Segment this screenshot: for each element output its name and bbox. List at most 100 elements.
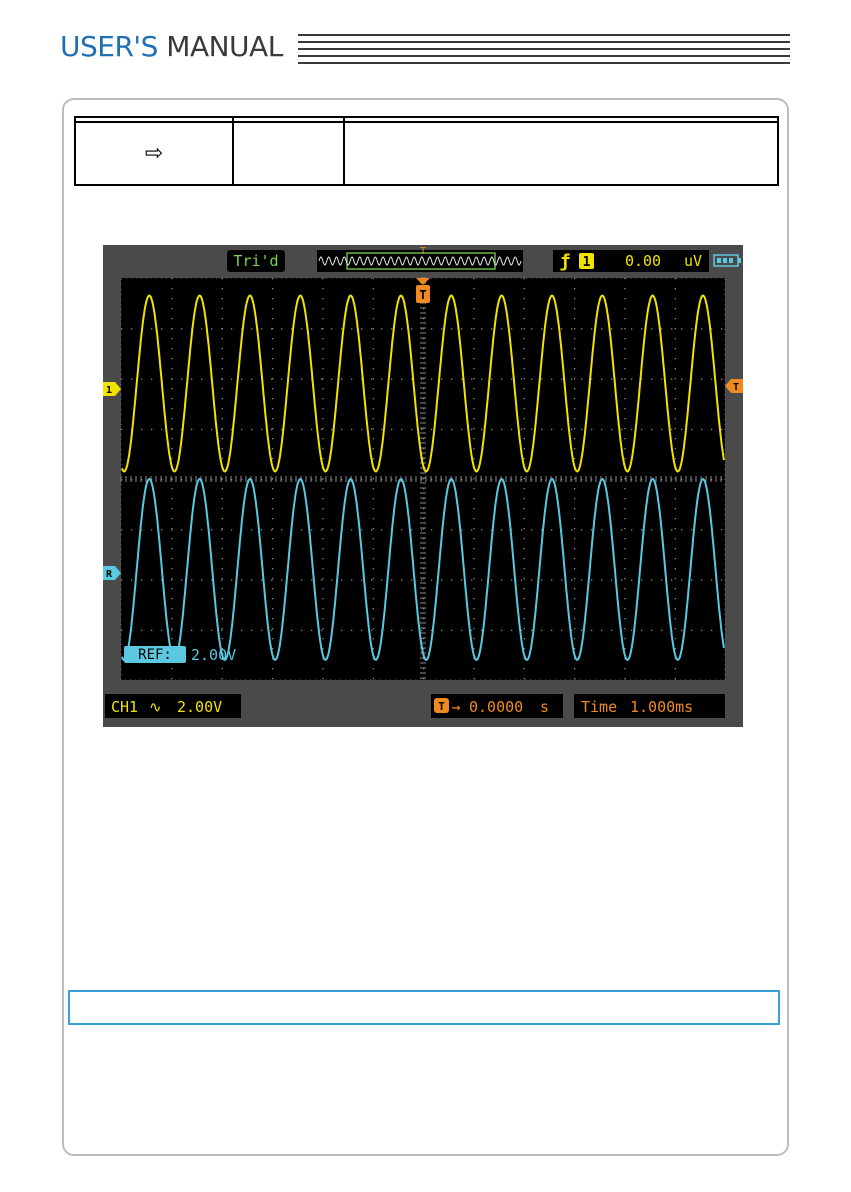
grid-dot — [171, 418, 173, 420]
grid-dot — [624, 498, 626, 500]
grid-dot — [241, 428, 243, 431]
grid-dot — [221, 398, 223, 400]
grid-dot — [272, 548, 274, 550]
grid-dot — [674, 518, 676, 520]
grid-dot — [371, 428, 373, 431]
grid-dot — [491, 428, 493, 431]
grid-dot — [301, 579, 303, 581]
grid-dot — [541, 629, 543, 632]
grid-dot — [473, 398, 475, 400]
grid-dot — [574, 678, 576, 680]
grid-dot — [541, 378, 543, 380]
grid-dot — [674, 578, 676, 580]
grid-dot — [171, 628, 173, 630]
grid-dot — [651, 629, 653, 632]
grid-dot — [624, 408, 626, 410]
grid-dot — [372, 338, 374, 340]
grid-dot — [624, 488, 626, 490]
grid-dot — [523, 428, 525, 430]
grid-dot — [473, 618, 475, 620]
grid-dot — [322, 308, 324, 310]
grid-dot — [574, 618, 576, 620]
grid-dot — [322, 558, 324, 560]
grid-dot — [671, 328, 673, 330]
grid-dot — [574, 668, 576, 670]
grid-dot — [674, 528, 676, 530]
grid-dot — [421, 629, 423, 632]
grid-dot — [322, 618, 324, 620]
grid-dot — [451, 579, 453, 581]
grid-dot — [322, 668, 324, 670]
grid-dot — [574, 568, 576, 570]
grid-dot — [372, 358, 374, 360]
grid-dot — [721, 529, 723, 531]
grid-dot — [372, 308, 374, 310]
grid-dot — [711, 428, 713, 431]
grid-dot — [473, 678, 475, 680]
grid-dot — [523, 628, 525, 630]
grid-dot — [571, 529, 573, 531]
grid-dot — [523, 508, 525, 510]
grid-dot — [181, 328, 183, 330]
right-arrow-icon: ⇨ — [144, 140, 164, 166]
grid-dot — [473, 308, 475, 310]
grid-dot — [473, 288, 475, 290]
grid-dot — [181, 579, 183, 581]
grid-dot — [624, 668, 626, 670]
grid-dot — [523, 588, 525, 590]
grid-dot — [674, 558, 676, 560]
grid-dot — [401, 529, 403, 531]
grid-dot — [431, 328, 433, 330]
grid-dot — [701, 529, 703, 531]
grid-dot — [631, 328, 633, 330]
svg-text:T: T — [438, 700, 445, 713]
grid-dot — [461, 378, 463, 380]
grid-dot — [272, 598, 274, 600]
grid-dot — [523, 598, 525, 600]
grid-dot — [372, 678, 374, 680]
grid-dot — [151, 529, 153, 531]
grid-dot — [601, 529, 603, 531]
grid-dot — [272, 448, 274, 450]
grid-dot — [371, 378, 373, 380]
grid-dot — [674, 548, 676, 550]
grid-dot — [574, 338, 576, 340]
grid-dot — [281, 579, 283, 581]
grid-dot — [624, 598, 626, 600]
grid-dot — [641, 629, 643, 632]
grid-dot — [574, 458, 576, 460]
grid-dot — [322, 368, 324, 370]
grid-dot — [523, 558, 525, 560]
grid-dot — [674, 448, 676, 450]
grid-dot — [322, 348, 324, 350]
grid-dot — [574, 598, 576, 600]
grid-dot — [473, 448, 475, 450]
grid-dot — [141, 378, 143, 380]
grid-dot — [624, 618, 626, 620]
grid-dot — [581, 328, 583, 330]
grid-dot — [281, 428, 283, 431]
grid-dot — [221, 588, 223, 590]
grid-dot — [591, 428, 593, 431]
grid-dot — [391, 428, 393, 431]
grid-dot — [322, 408, 324, 410]
grid-dot — [271, 328, 273, 330]
grid-dot — [271, 629, 273, 632]
grid-dot — [372, 278, 374, 280]
grid-dot — [651, 328, 653, 330]
grid-dot — [221, 579, 223, 581]
grid-dot — [341, 629, 343, 632]
grid-dot — [651, 579, 653, 581]
grid-dot — [574, 508, 576, 510]
grid-dot — [624, 368, 626, 370]
grid-dot — [574, 368, 576, 370]
grid-dot — [551, 529, 553, 531]
grid-dot — [391, 579, 393, 581]
grid-dot — [411, 328, 413, 330]
grid-dot — [372, 478, 374, 480]
grid-dot — [591, 629, 593, 632]
grid-dot — [481, 328, 483, 330]
grid-dot — [301, 629, 303, 632]
grid-dot — [711, 629, 713, 632]
grid-dot — [171, 618, 173, 620]
